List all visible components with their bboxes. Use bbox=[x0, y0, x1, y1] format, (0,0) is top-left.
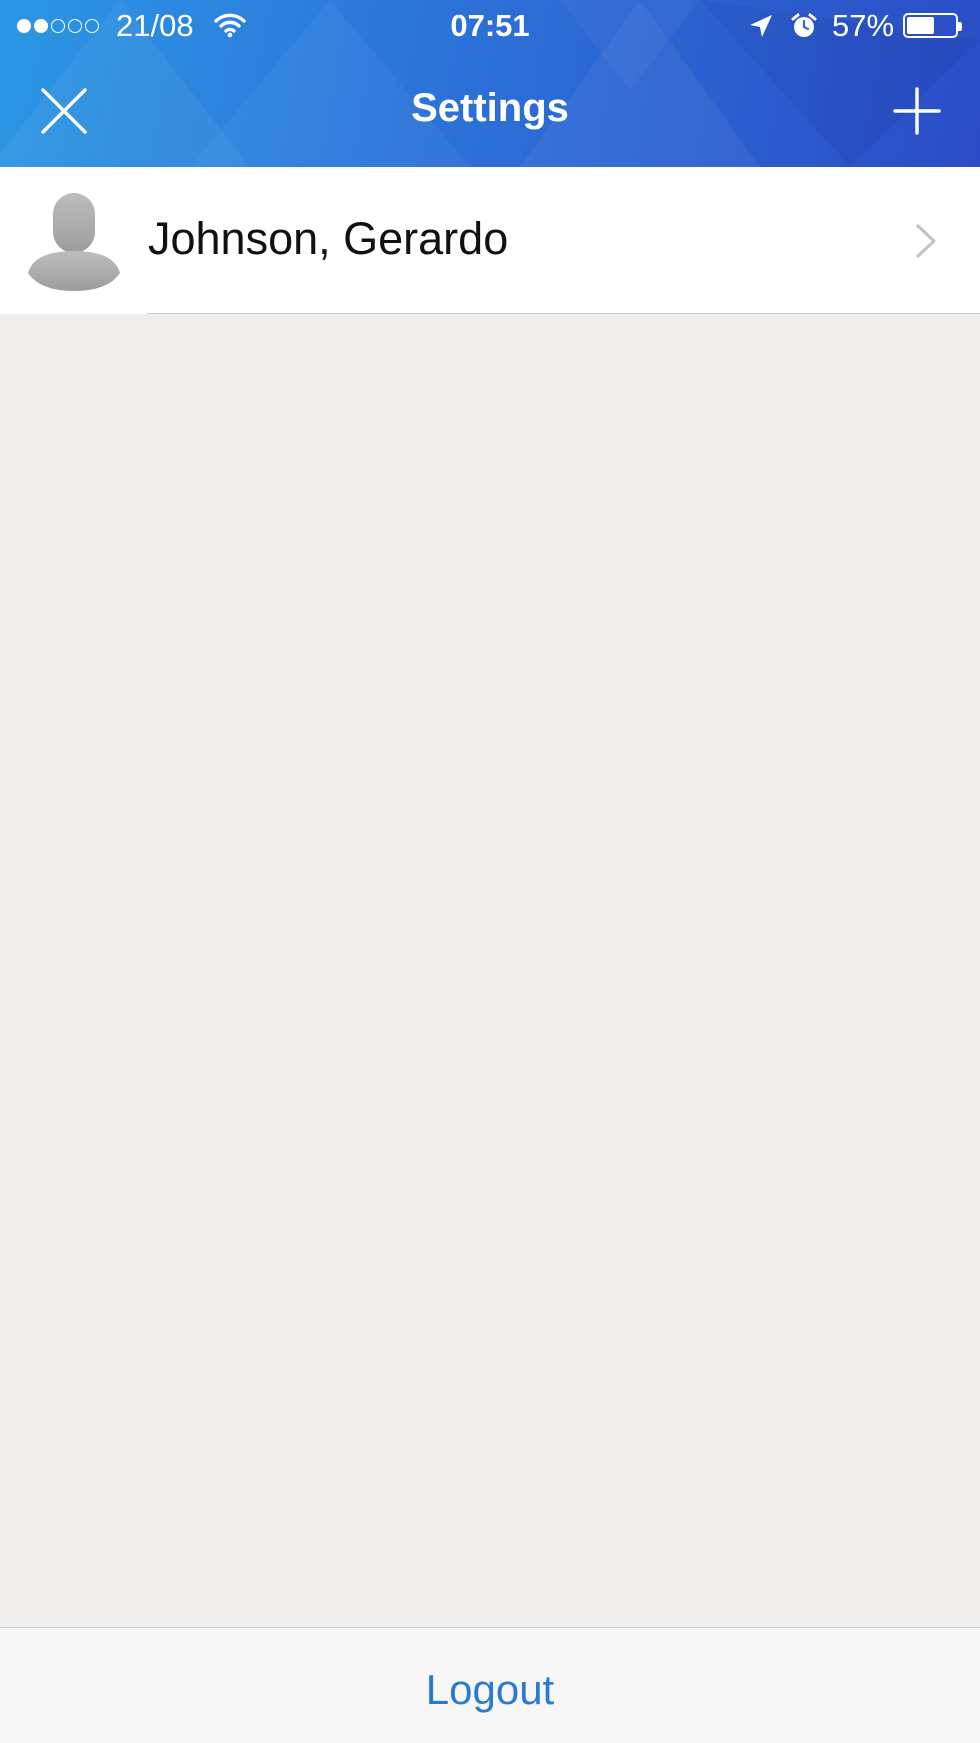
location-arrow-icon bbox=[750, 15, 772, 37]
account-row[interactable]: Johnson, Gerardo bbox=[0, 167, 980, 314]
footer-bar: Logout bbox=[0, 1627, 980, 1743]
logout-button[interactable]: Logout bbox=[0, 1666, 980, 1714]
row-separator bbox=[147, 313, 980, 314]
status-bar: 21/08 07:51 57% bbox=[0, 0, 980, 54]
battery-icon bbox=[903, 13, 962, 38]
battery-percent: 57% bbox=[832, 8, 895, 43]
page-title: Settings bbox=[411, 86, 569, 130]
alarm-clock-icon bbox=[791, 13, 817, 37]
app-header: 21/08 07:51 57% Settings bbox=[0, 0, 980, 167]
battery-level bbox=[907, 17, 934, 34]
person-placeholder-icon bbox=[28, 193, 120, 291]
plus-icon[interactable] bbox=[891, 85, 943, 137]
battery-nub bbox=[958, 22, 962, 31]
chevron-right-icon bbox=[916, 224, 936, 258]
account-name: Johnson, Gerardo bbox=[148, 213, 509, 264]
